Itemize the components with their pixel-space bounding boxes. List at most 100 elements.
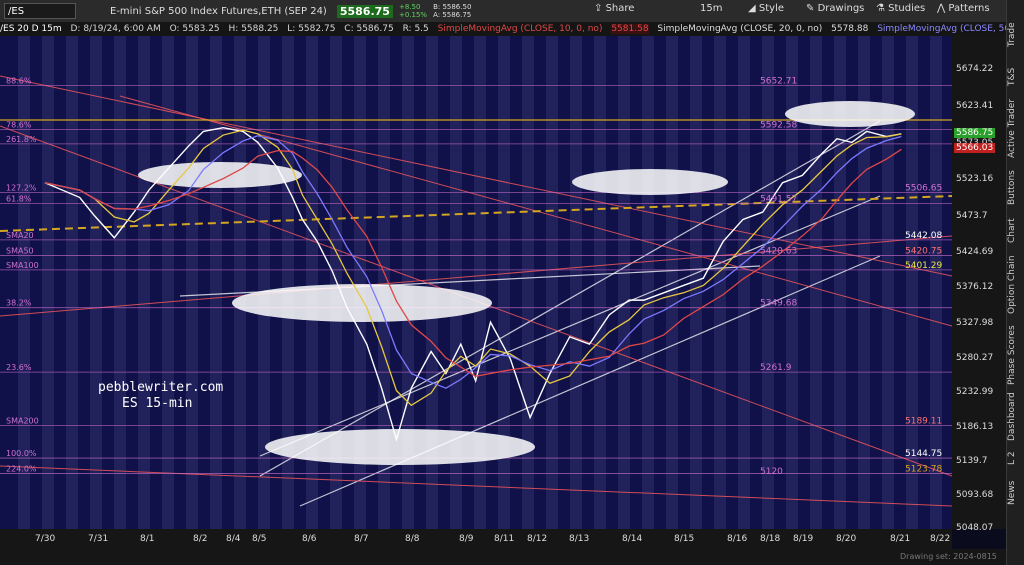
- bar-date: D: 8/19/24, 6:00 AM: [70, 24, 161, 34]
- sidebar-tab-option-chain[interactable]: Option Chain: [1007, 254, 1024, 316]
- style-button[interactable]: ◢ Style: [748, 3, 784, 14]
- session-band: [570, 36, 582, 529]
- fib-level-label: 78.6%: [6, 120, 32, 129]
- session-band: [642, 36, 654, 529]
- session-band: [594, 36, 606, 529]
- toolbar: /ES E-mini S&P 500 Index Futures,ETH (SE…: [0, 0, 1024, 23]
- x-tick-label: 8/21: [890, 534, 911, 544]
- timeframe-button[interactable]: 15m: [700, 3, 722, 14]
- sidebar-tab-phase-scores[interactable]: Phase Scores: [1007, 324, 1024, 386]
- fib-level-label: 23.6%: [6, 363, 32, 372]
- sidebar-tab-active-trader[interactable]: Active Trader: [1007, 96, 1024, 160]
- fib-level-label: 224.0%: [6, 464, 37, 473]
- y-tick-label: 5473.7: [956, 210, 988, 221]
- watermark-line2: ES 15-min: [122, 396, 193, 411]
- fib-level-label: 38.2%: [6, 299, 32, 308]
- bid-ask: B: 5586.50 A: 5586.75: [433, 3, 471, 19]
- chart-svg: 88.6% 78.6% 261.8% 127.2% 61.8% SMA20 SMA50 SMA…: [0, 36, 952, 529]
- right-sidebar: Trade T&S Active Trader Buttons Chart Op…: [1006, 0, 1024, 565]
- last-price: 5586.75: [336, 4, 393, 18]
- session-band: [762, 36, 774, 529]
- y-tick-label: 5093.68: [956, 489, 994, 500]
- y-tick-label: 5623.41: [956, 100, 994, 111]
- fib-level-label: SMA20: [6, 231, 34, 240]
- value-tag: 5442.08: [905, 231, 942, 241]
- bar-low: L: 5582.75: [287, 24, 336, 34]
- value-tag: 5349.68: [760, 299, 797, 309]
- x-tick-label: 8/9: [459, 534, 474, 544]
- chart-plot[interactable]: 88.6% 78.6% 261.8% 127.2% 61.8% SMA20 SMA50 SMA…: [0, 36, 952, 529]
- pattern-icon: ⋀: [937, 3, 946, 14]
- bar-high: H: 5588.25: [228, 24, 279, 34]
- y-tick-label: 5048.07: [956, 523, 994, 533]
- x-tick-label: 8/7: [354, 534, 369, 544]
- studies-button[interactable]: ⚗ Studies: [876, 3, 925, 14]
- x-tick-label: 8/8: [405, 534, 420, 544]
- sidebar-tab-chart[interactable]: Chart: [1007, 216, 1024, 246]
- y-tick-label: 5232.99: [956, 387, 994, 398]
- symbol-input[interactable]: /ES: [4, 3, 76, 19]
- fib-level-label: SMA200: [6, 417, 39, 426]
- sidebar-tab-level2[interactable]: L 2: [1007, 448, 1024, 468]
- fib-level-label: 100.0%: [6, 449, 37, 458]
- sma20-legend: SimpleMovingAvg (CLOSE, 20, 0, no): [657, 24, 823, 34]
- price-axis[interactable]: 5674.225623.415573.055523.165473.75424.6…: [952, 36, 1006, 533]
- value-tag: 5420.75: [905, 247, 942, 257]
- value-tag: 5592.58: [760, 120, 797, 130]
- pencil-icon: ✎: [806, 3, 815, 14]
- session-band: [234, 36, 246, 529]
- y-tick-label: 5674.22: [956, 63, 994, 74]
- bottom-bar: [0, 549, 1006, 565]
- drawings-button[interactable]: ✎ Drawings: [806, 3, 864, 14]
- highlight-ellipse: [232, 284, 492, 322]
- x-tick-label: 7/31: [88, 534, 109, 544]
- x-tick-label: 8/4: [226, 534, 241, 544]
- fib-level-label: 261.8%: [6, 135, 37, 144]
- fib-level-label: 127.2%: [6, 184, 37, 193]
- value-tag: 5123.78: [905, 464, 942, 474]
- x-tick-label: 8/13: [569, 534, 590, 544]
- y-tick-label: 5376.12: [956, 282, 994, 293]
- x-tick-label: 8/19: [793, 534, 814, 544]
- highlight-ellipse: [572, 169, 728, 195]
- sidebar-tab-buttons[interactable]: Buttons: [1007, 166, 1024, 210]
- sidebar-tab-dashboard[interactable]: Dashboard: [1007, 392, 1024, 442]
- session-band: [138, 36, 150, 529]
- value-tag: 5189.11: [905, 417, 942, 427]
- ask-value: A: 5586.75: [433, 11, 472, 19]
- session-band: [738, 36, 750, 529]
- instrument-description: E-mini S&P 500 Index Futures,ETH (SEP 24…: [110, 5, 327, 17]
- y-tick-label: 5327.98: [956, 317, 994, 328]
- session-band: [114, 36, 126, 529]
- study-info-bar: /ES 20 D 15m D: 8/19/24, 6:00 AM O: 5583…: [0, 22, 1024, 36]
- y-tick-label: 5424.69: [956, 246, 994, 257]
- highlight-ellipse: [785, 101, 915, 127]
- price-tag: 5566.03: [954, 142, 996, 153]
- value-tag: 5652.71: [760, 76, 797, 86]
- x-tick-label: 8/15: [674, 534, 695, 544]
- session-band: [258, 36, 270, 529]
- value-tag: 5401.29: [905, 261, 942, 271]
- session-band: [714, 36, 726, 529]
- flask-icon: ⚗: [876, 3, 885, 14]
- share-button[interactable]: ⇪ Share: [594, 3, 634, 14]
- y-tick-label: 5523.16: [956, 174, 994, 185]
- sidebar-tab-news[interactable]: News: [1007, 478, 1024, 508]
- sidebar-tab-trade[interactable]: Trade: [1007, 20, 1024, 50]
- x-tick-label: 8/22: [930, 534, 951, 544]
- chart-title: /ES 20 D 15m: [0, 24, 62, 34]
- patterns-button[interactable]: ⋀ Patterns: [937, 3, 990, 14]
- value-tag: 5420.63: [760, 247, 797, 257]
- bar-range: R: 5.5: [402, 24, 429, 34]
- net-change: +8.50 +0.15%: [399, 3, 427, 19]
- y-tick-label: 5139.7: [956, 455, 988, 466]
- session-band: [618, 36, 630, 529]
- sidebar-tab-ts[interactable]: T&S: [1007, 64, 1024, 90]
- session-band: [42, 36, 54, 529]
- bar-close: C: 5586.75: [344, 24, 394, 34]
- time-axis[interactable]: 7/30 7/31 8/1 8/2 8/4 8/5 8/6 8/7 8/8 8/9 8/11 8/12…: [0, 529, 952, 549]
- bar-open: O: 5583.25: [169, 24, 220, 34]
- x-tick-label: 8/12: [527, 534, 548, 544]
- value-tag: 5506.65: [905, 184, 942, 194]
- sma10-legend: SimpleMovingAvg (CLOSE, 10, 0, no): [437, 24, 603, 34]
